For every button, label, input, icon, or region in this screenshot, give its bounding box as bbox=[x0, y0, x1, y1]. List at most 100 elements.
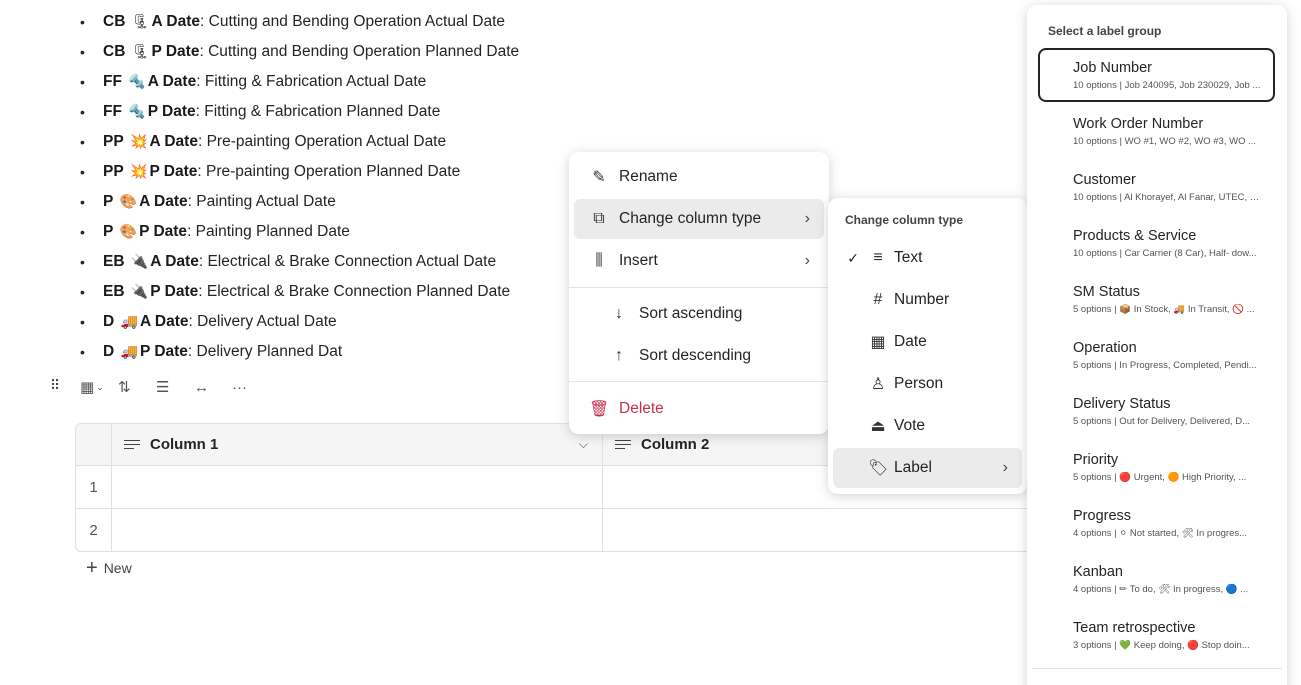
bullet-suffix: P Date bbox=[147, 103, 196, 120]
new-row-button[interactable]: + New bbox=[86, 558, 132, 578]
label-group-option[interactable]: Products & Service 10 options | Car Carri… bbox=[1038, 216, 1275, 270]
bullet-description: : Pre-painting Operation Planned Date bbox=[197, 163, 461, 180]
bullet-description: : Pre-painting Operation Actual Date bbox=[197, 133, 447, 150]
label-group-option[interactable]: Progress 4 options | ⚪ Not started, 🛠 In … bbox=[1038, 496, 1275, 550]
column-header-1[interactable]: Column 1 ⌵ bbox=[111, 424, 602, 465]
table-cell[interactable] bbox=[602, 509, 1034, 551]
label-group-name: Work Order Number bbox=[1073, 116, 1204, 132]
label-group-description: 10 options | Job 240095, Job 230029, Job… bbox=[1073, 80, 1261, 91]
menu-item-label: Change column type bbox=[619, 210, 762, 227]
menu-divider bbox=[569, 381, 829, 382]
bullet-dot: • bbox=[80, 314, 85, 330]
bullet-suffix: A Date bbox=[147, 73, 197, 90]
legend-bullet-item: • CB 🗜 A Date: Cutting and Bending Operati… bbox=[80, 7, 640, 37]
label-group-option[interactable]: SM Status 5 options | 📦 In Stock, 🚚 In Tr… bbox=[1038, 272, 1275, 326]
text-column-icon bbox=[124, 439, 140, 451]
bullet-description: : Delivery Actual Date bbox=[188, 313, 337, 330]
label-group-name: Products & Service bbox=[1073, 228, 1197, 244]
sort-ascending-menu-item[interactable]: ↓ Sort ascending bbox=[574, 294, 824, 334]
type-option-label: Number bbox=[894, 291, 950, 308]
bullet-emoji: 🚚 bbox=[120, 344, 138, 360]
more-icon[interactable]: ··· bbox=[232, 376, 270, 398]
insert-menu-item[interactable]: ⫼ Insert › bbox=[574, 241, 824, 281]
label-group-option[interactable]: Customer 10 options | Al Khorayef, Al Fan… bbox=[1038, 160, 1275, 214]
label-group-description: 10 options | Al Khorayef, Al Fanar, UTEC… bbox=[1073, 192, 1263, 203]
bullet-description: : Fitting & Fabrication Actual Date bbox=[196, 73, 427, 90]
filter-icon[interactable]: ☰ bbox=[156, 376, 194, 398]
column-context-menu: ✎ Rename ⧉ Change column type › ⫼ Insert… bbox=[569, 152, 829, 434]
label-group-option[interactable]: Kanban 4 options | ✏ To do, 🛠 In progress… bbox=[1038, 552, 1275, 606]
arrow-down-icon: ↓ bbox=[615, 305, 623, 322]
type-option-label[interactable]: 🏷 Label › bbox=[833, 448, 1022, 488]
change-column-type-menu-item[interactable]: ⧉ Change column type › bbox=[574, 199, 824, 239]
chevron-down-icon[interactable]: ⌵ bbox=[579, 437, 588, 452]
bullet-description: : Delivery Planned Dat bbox=[187, 343, 343, 360]
sort-descending-menu-item[interactable]: ↑ Sort descending bbox=[574, 336, 824, 376]
bullet-suffix: P Date bbox=[149, 163, 198, 180]
bullet-suffix: A Date bbox=[150, 253, 199, 270]
legend-bullet-list: • CB 🗜 A Date: Cutting and Bending Operati… bbox=[80, 7, 640, 367]
chevron-right-icon: › bbox=[804, 210, 810, 227]
label-group-option[interactable]: Priority 5 options | 🔴 Urgent, 🟠 High Pri… bbox=[1038, 440, 1275, 494]
bullet-emoji: 💥 bbox=[130, 134, 148, 150]
submenu-title: Change column type bbox=[845, 213, 964, 227]
type-option-vote[interactable]: ⏏ Vote bbox=[833, 406, 1022, 446]
legend-bullet-item: • PP 💥 P Date: Pre-painting Operation Plan… bbox=[80, 157, 640, 187]
type-option-person[interactable]: ♙ Person bbox=[833, 364, 1022, 404]
bullet-suffix: P Date bbox=[150, 283, 199, 300]
label-group-option[interactable]: Job Number 10 options | Job 240095, Job 2… bbox=[1038, 48, 1275, 102]
bullet-emoji: 💥 bbox=[130, 164, 148, 180]
legend-bullet-item: • PP 💥 A Date: Pre-painting Operation Actu… bbox=[80, 127, 640, 157]
sort-icon[interactable]: ⇅ bbox=[118, 376, 156, 398]
type-option-date[interactable]: ▦ Date bbox=[833, 322, 1022, 362]
text-column-icon bbox=[615, 439, 631, 451]
bullet-dot: • bbox=[80, 254, 85, 270]
label-group-option[interactable]: Delivery Status 5 options | Out for Deliv… bbox=[1038, 384, 1275, 438]
table-cell[interactable] bbox=[111, 509, 602, 551]
label-group-name: Operation bbox=[1073, 340, 1137, 356]
bullet-description: : Painting Actual Date bbox=[187, 193, 336, 210]
legend-bullet-item: • FF 🔩 A Date: Fitting & Fabrication Actua… bbox=[80, 67, 640, 97]
type-option-number[interactable]: # Number bbox=[833, 280, 1022, 320]
bullet-suffix: P Date bbox=[151, 43, 200, 60]
width-icon[interactable]: ↔ bbox=[194, 376, 232, 398]
label-group-name: Kanban bbox=[1073, 564, 1123, 580]
menu-item-label: Sort ascending bbox=[639, 305, 743, 322]
legend-bullet-item: • P 🎨 P Date: Painting Planned Date bbox=[80, 217, 640, 247]
bullet-description: : Cutting and Bending Operation Actual D… bbox=[200, 13, 506, 30]
label-group-option[interactable]: Team retrospective 3 options | 💚 Keep doi… bbox=[1038, 608, 1275, 662]
bullet-suffix: P Date bbox=[139, 223, 188, 240]
bullet-emoji: 🗜 bbox=[131, 44, 150, 60]
vote-icon: ⏏ bbox=[870, 418, 886, 435]
bullet-emoji: 🎨 bbox=[119, 194, 138, 210]
bullet-abbr: P bbox=[103, 223, 114, 240]
label-group-option[interactable]: Operation 5 options | In Progress, Comple… bbox=[1038, 328, 1275, 382]
legend-bullet-item: • FF 🔩 P Date: Fitting & Fabrication Plann… bbox=[80, 97, 640, 127]
label-group-description: 10 options | WO #1, WO #2, WO #3, WO ... bbox=[1073, 136, 1257, 147]
drag-handle-icon[interactable]: ⠿ bbox=[50, 377, 60, 394]
column-header-label: Column 1 bbox=[150, 436, 219, 453]
bullet-abbr: PP bbox=[103, 163, 124, 180]
bullet-emoji: 🗜 bbox=[131, 14, 150, 30]
panel-title: Select a label group bbox=[1048, 24, 1162, 38]
table-cell[interactable] bbox=[111, 466, 602, 508]
menu-divider bbox=[569, 287, 829, 288]
bullet-emoji: 🔩 bbox=[128, 74, 146, 90]
bullet-dot: • bbox=[80, 44, 85, 60]
row-number-header bbox=[76, 424, 111, 465]
label-group-option[interactable]: Work Order Number 10 options | WO #1, WO … bbox=[1038, 104, 1275, 158]
type-option-text[interactable]: ✓ ≡ Text bbox=[833, 238, 1022, 278]
bullet-description: : Electrical & Brake Connection Actual D… bbox=[198, 253, 497, 270]
bullet-abbr: FF bbox=[103, 73, 122, 90]
label-group-name: Job Number bbox=[1073, 60, 1152, 76]
menu-item-label: Rename bbox=[619, 168, 678, 185]
bullet-dot: • bbox=[80, 224, 85, 240]
label-group-name: SM Status bbox=[1073, 284, 1140, 300]
bullet-abbr: FF bbox=[103, 103, 122, 120]
delete-menu-item[interactable]: 🗑 Delete bbox=[574, 389, 824, 429]
table-view-icon[interactable]: ▦ ⌄ bbox=[80, 376, 118, 398]
legend-bullet-item: • D 🚚 P Date: Delivery Planned Dat bbox=[80, 337, 640, 367]
chevron-right-icon: › bbox=[1002, 459, 1008, 476]
rename-menu-item[interactable]: ✎ Rename bbox=[574, 157, 824, 197]
panel-divider bbox=[1032, 668, 1282, 669]
